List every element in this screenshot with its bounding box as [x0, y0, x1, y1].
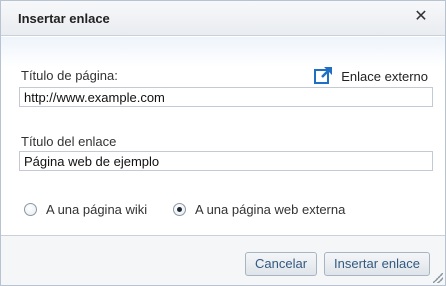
dialog-title: Insertar enlace	[18, 11, 110, 26]
dialog-body: Título de página: Enlace externo Título …	[1, 37, 445, 234]
radio-wiki-label: A una página wiki	[46, 202, 148, 217]
external-link-label: Enlace externo	[341, 68, 428, 84]
link-title-input[interactable]	[19, 151, 433, 171]
cancel-button[interactable]: Cancelar	[245, 252, 318, 276]
radio-button-external[interactable]	[173, 203, 186, 216]
insert-link-dialog: Insertar enlace ✕ Título de página: Enla…	[0, 0, 446, 286]
dialog-footer: Cancelar Insertar enlace	[1, 235, 445, 285]
radio-external-label: A una página web externa	[195, 202, 346, 217]
page-title-input[interactable]	[19, 87, 433, 107]
dialog-titlebar: Insertar enlace ✕	[1, 1, 445, 36]
close-icon[interactable]: ✕	[413, 8, 429, 26]
page-title-label: Título de página:	[21, 68, 118, 83]
external-link-icon	[314, 65, 334, 88]
link-title-label: Título del enlace	[21, 134, 117, 149]
radio-button-wiki[interactable]	[24, 203, 37, 216]
radio-external-page[interactable]: A una página web externa	[173, 202, 345, 217]
radio-wiki-page[interactable]: A una página wiki	[24, 202, 147, 217]
resize-grip-icon[interactable]	[433, 273, 443, 283]
insert-link-button[interactable]: Insertar enlace	[324, 252, 430, 276]
external-link-toggle[interactable]: Enlace externo	[314, 66, 428, 86]
